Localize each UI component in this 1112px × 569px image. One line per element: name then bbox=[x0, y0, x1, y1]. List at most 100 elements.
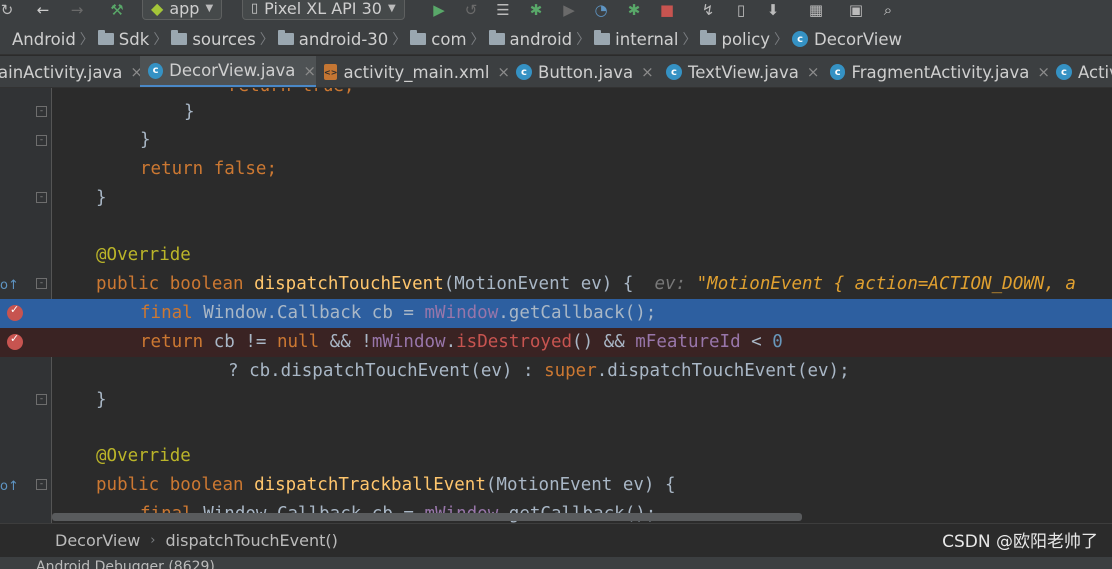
folder-icon bbox=[97, 30, 114, 45]
search-icon[interactable]: ⌕ bbox=[877, 0, 899, 20]
code-line[interactable]: } bbox=[0, 98, 1112, 127]
close-icon[interactable]: × bbox=[1037, 63, 1050, 81]
device-select[interactable]: ▯ Pixel XL API 30 ▼ bbox=[242, 0, 405, 20]
code-text: } bbox=[96, 188, 107, 208]
chevron-right-icon: 〉 bbox=[682, 32, 697, 48]
sdk-manager-icon[interactable]: ⬇ bbox=[762, 0, 784, 20]
run-config-select[interactable]: ◆ app ▼ bbox=[142, 0, 223, 20]
tab-textview[interactable]: c TextView.java × bbox=[660, 56, 824, 87]
code-line[interactable]: } bbox=[0, 184, 1112, 213]
chevron-right-icon: 〉 bbox=[470, 32, 485, 48]
tab-activity-main-xml[interactable]: <> activity_main.xml × bbox=[318, 56, 510, 87]
close-icon[interactable]: × bbox=[303, 62, 316, 80]
tab-mainactivity[interactable]: ainActivity.java × bbox=[0, 56, 143, 87]
navigation-breadcrumb: Android 〉 Sdk 〉 sources 〉 android-30 〉 c… bbox=[0, 24, 1112, 55]
code-line[interactable]: public boolean dispatchTrackballEvent(Mo… bbox=[0, 471, 1112, 500]
chevron-right-icon: › bbox=[150, 533, 156, 548]
tab-button[interactable]: c Button.java × bbox=[510, 56, 660, 87]
folder-icon bbox=[171, 30, 188, 45]
debug-tab-label[interactable]: Android Debugger (8629) bbox=[36, 559, 215, 569]
main-toolbar: ↻ ← → ⚒ ◆ app ▼ ▯ Pixel XL API 30 ▼ ▶ ↺ … bbox=[0, 0, 1112, 24]
code-line[interactable]: ? cb.dispatchTouchEvent(ev) : super.disp… bbox=[0, 357, 1112, 386]
run-coverage-icon[interactable]: ▶ bbox=[558, 0, 580, 20]
layout-inspector-icon[interactable]: ▣ bbox=[845, 0, 867, 20]
close-icon[interactable]: × bbox=[497, 63, 510, 81]
back-icon[interactable]: ← bbox=[32, 0, 54, 20]
breadcrumb-item[interactable]: android bbox=[488, 30, 572, 49]
avd-manager-icon[interactable]: ▯ bbox=[730, 0, 752, 20]
code-line[interactable]: } bbox=[0, 126, 1112, 155]
breadcrumb-item[interactable]: Android bbox=[12, 30, 76, 49]
tab-fragmentactivity[interactable]: c FragmentActivity.java × bbox=[824, 56, 1050, 87]
chevron-right-icon: 〉 bbox=[774, 32, 789, 48]
profile-icon[interactable]: ◔ bbox=[590, 0, 612, 20]
editor-tabs: ainActivity.java × c DecorView.java × <>… bbox=[0, 56, 1112, 88]
code-editor[interactable]: return true; - } - } return false; - } @… bbox=[0, 88, 1112, 523]
class-icon: c bbox=[666, 64, 682, 80]
chevron-right-icon: 〉 bbox=[392, 32, 407, 48]
breadcrumb-item[interactable]: policy bbox=[700, 30, 770, 49]
class-icon: c bbox=[830, 64, 846, 80]
class-icon: c bbox=[516, 64, 532, 80]
watermark: CSDN @欧阳老帅了 bbox=[942, 532, 1098, 552]
current-execution-line[interactable]: final Window.Callback cb = mWindow.getCa… bbox=[0, 299, 1112, 328]
run-config-label: app bbox=[169, 0, 200, 18]
breakpoint-icon[interactable] bbox=[7, 303, 23, 321]
tab-decorview[interactable]: c DecorView.java × bbox=[140, 56, 316, 87]
code-breadcrumb-method[interactable]: dispatchTouchEvent() bbox=[166, 531, 338, 550]
code-text: final Window.Callback cb = mWindow.getCa… bbox=[140, 303, 657, 323]
code-breadcrumb-class[interactable]: DecorView bbox=[55, 531, 140, 550]
chevron-down-icon: ▼ bbox=[205, 2, 214, 14]
code-text: public boolean dispatchTrackballEvent(Mo… bbox=[96, 475, 676, 495]
code-line[interactable]: @Override bbox=[0, 241, 1112, 270]
code-text: } bbox=[96, 390, 107, 410]
breakpoint-icon[interactable] bbox=[7, 332, 23, 350]
attach-debugger-icon[interactable]: ✱ bbox=[623, 0, 645, 20]
chevron-right-icon: 〉 bbox=[259, 32, 274, 48]
sync-icon[interactable]: ↻ bbox=[0, 0, 14, 20]
code-text: ? cb.dispatchTouchEvent(ev) : super.disp… bbox=[228, 361, 850, 381]
debug-tool-window-bar: Android Debugger (8629) bbox=[0, 557, 1112, 569]
chevron-down-icon: ▼ bbox=[387, 2, 396, 14]
class-icon: c bbox=[148, 62, 164, 79]
breadcrumb-item[interactable]: sources bbox=[171, 30, 256, 49]
xml-file-icon: <> bbox=[324, 64, 338, 80]
breadcrumb-item[interactable]: com bbox=[410, 30, 467, 49]
code-line[interactable]: } bbox=[0, 386, 1112, 415]
apply-changes-icon[interactable]: ↺ bbox=[460, 0, 482, 20]
breakpoint-line[interactable]: return cb != null && !mWindow.isDestroye… bbox=[0, 328, 1112, 357]
device-label: Pixel XL API 30 bbox=[264, 0, 382, 18]
code-text: return cb != null && !mWindow.isDestroye… bbox=[140, 332, 783, 352]
forward-icon[interactable]: → bbox=[66, 0, 88, 20]
close-icon[interactable]: × bbox=[807, 63, 820, 81]
stop-icon[interactable]: ■ bbox=[656, 0, 678, 20]
breadcrumb-item[interactable]: c DecorView bbox=[792, 30, 902, 49]
run-icon[interactable]: ▶ bbox=[428, 0, 450, 20]
chevron-right-icon: 〉 bbox=[153, 32, 168, 48]
phone-icon: ▯ bbox=[251, 0, 259, 16]
code-text: @Override bbox=[96, 446, 191, 466]
code-text: return false; bbox=[140, 159, 277, 179]
chevron-right-icon: 〉 bbox=[576, 32, 591, 48]
debug-icon[interactable]: ✱ bbox=[525, 0, 547, 20]
breadcrumb-item[interactable]: Sdk bbox=[97, 30, 149, 49]
tab-activity[interactable]: c Activ bbox=[1050, 56, 1112, 87]
code-line[interactable]: @Override bbox=[0, 442, 1112, 471]
class-icon: c bbox=[792, 31, 809, 47]
code-line[interactable]: return false; bbox=[0, 155, 1112, 184]
close-icon[interactable]: × bbox=[641, 63, 654, 81]
code-line[interactable]: public boolean dispatchTouchEvent(Motion… bbox=[0, 270, 1112, 299]
folder-icon bbox=[410, 30, 427, 45]
hammer-icon[interactable]: ⚒ bbox=[105, 0, 129, 20]
code-text: } bbox=[140, 130, 151, 150]
breadcrumb-item[interactable]: internal bbox=[594, 30, 678, 49]
project-structure-icon[interactable]: ▦ bbox=[805, 0, 827, 20]
sync-gradle-icon[interactable]: ↯ bbox=[697, 0, 719, 20]
class-icon: c bbox=[1056, 64, 1072, 80]
code-text: } bbox=[184, 102, 195, 122]
apply-code-changes-icon[interactable]: ☰ bbox=[492, 0, 514, 20]
android-icon: ◆ bbox=[151, 0, 164, 18]
chevron-right-icon: 〉 bbox=[79, 32, 94, 48]
horizontal-scrollbar[interactable] bbox=[52, 513, 802, 521]
breadcrumb-item[interactable]: android-30 bbox=[277, 30, 388, 49]
